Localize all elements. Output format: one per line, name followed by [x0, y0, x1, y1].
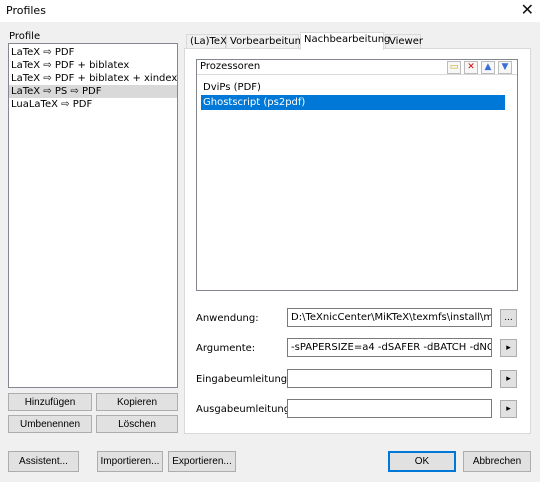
processors-group: Prozessoren ▭ ✕ ▲ ▼ DviPs (PDF) Ghostscr… — [196, 59, 518, 291]
profile-item[interactable]: LaTeX ⇨ PDF — [9, 46, 177, 59]
export-button[interactable]: Exportieren... — [168, 451, 236, 472]
arguments-menu-button[interactable]: ▸ — [500, 339, 517, 357]
delete-x-icon[interactable]: ✕ — [464, 61, 478, 74]
output-redirect-menu-button[interactable]: ▸ — [500, 400, 517, 418]
cancel-button[interactable]: Abbrechen — [463, 451, 531, 472]
input-redirect-menu-button[interactable]: ▸ — [500, 370, 517, 388]
postprocessing-panel: Prozessoren ▭ ✕ ▲ ▼ DviPs (PDF) Ghostscr… — [184, 48, 531, 434]
arguments-label: Argumente: — [196, 343, 256, 354]
tab-preprocessing[interactable]: Vorbearbeitung — [226, 34, 307, 49]
processor-item-selected[interactable]: Ghostscript (ps2pdf) — [201, 95, 505, 110]
arguments-field[interactable]: -sPAPERSIZE=a4 -dSAFER -dBATCH -dNOPAUS — [287, 338, 492, 357]
input-redirect-field[interactable] — [287, 369, 492, 388]
add-profile-button[interactable]: Hinzufügen — [8, 393, 92, 411]
profile-item-selected[interactable]: LaTeX ⇨ PS ⇨ PDF — [9, 85, 177, 98]
tab-latex[interactable]: (La)TeX — [186, 34, 227, 49]
title-bar: Profiles ✕ — [0, 0, 540, 22]
import-button[interactable]: Importieren... — [97, 451, 163, 472]
ok-button[interactable]: OK — [388, 451, 456, 472]
profiles-label: Profile — [9, 31, 41, 42]
processor-item[interactable]: DviPs (PDF) — [201, 80, 505, 95]
copy-profile-button[interactable]: Kopieren — [96, 393, 178, 411]
processors-title: Prozessoren — [200, 61, 261, 72]
rename-profile-button[interactable]: Umbenennen — [8, 415, 92, 433]
window-title: Profiles — [6, 4, 46, 17]
profile-item[interactable]: LuaLaTeX ⇨ PDF — [9, 98, 177, 111]
profile-item[interactable]: LaTeX ⇨ PDF + biblatex — [9, 59, 177, 72]
delete-profile-button[interactable]: Löschen — [96, 415, 178, 433]
output-redirect-label: Ausgabeumleitung: — [196, 404, 294, 415]
profiles-dialog: Profiles ✕ Profile LaTeX ⇨ PDF LaTeX ⇨ P… — [0, 0, 540, 482]
tab-viewer[interactable]: Viewer — [385, 34, 423, 49]
tab-postprocessing[interactable]: Nachbearbeitung — [300, 32, 390, 50]
processors-header: Prozessoren ▭ ✕ ▲ ▼ — [197, 60, 517, 75]
browse-application-button[interactable]: ... — [500, 309, 517, 327]
assistant-button[interactable]: Assistent... — [8, 451, 79, 472]
move-up-icon[interactable]: ▲ — [481, 61, 495, 74]
close-icon[interactable]: ✕ — [521, 1, 534, 19]
move-down-icon[interactable]: ▼ — [498, 61, 512, 74]
output-redirect-field[interactable] — [287, 399, 492, 418]
processors-list[interactable]: DviPs (PDF) Ghostscript (ps2pdf) — [201, 80, 505, 110]
profile-item[interactable]: LaTeX ⇨ PDF + biblatex + xindex — [9, 72, 177, 85]
profiles-list[interactable]: LaTeX ⇨ PDF LaTeX ⇨ PDF + biblatex LaTeX… — [8, 43, 178, 388]
application-label: Anwendung: — [196, 313, 259, 324]
input-redirect-label: Eingabeumleitung: — [196, 374, 291, 385]
new-folder-icon[interactable]: ▭ — [447, 61, 461, 74]
application-field[interactable]: D:\TeXnicCenter\MiKTeX\texmfs\install\mi… — [287, 308, 492, 327]
